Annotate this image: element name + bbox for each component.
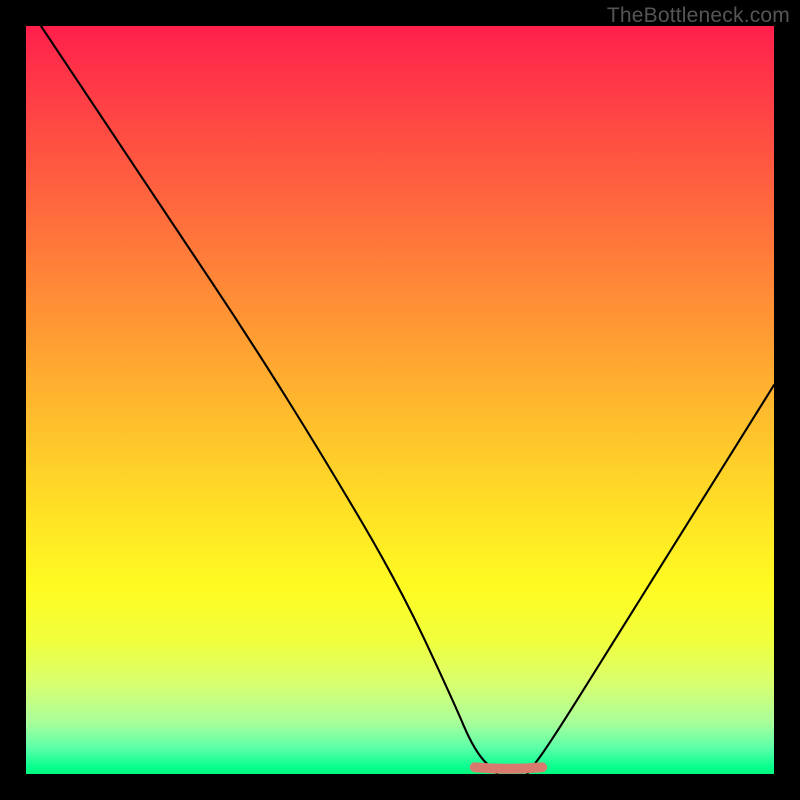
chart-frame: TheBottleneck.com	[0, 0, 800, 800]
curve-layer	[26, 26, 774, 774]
band-lines	[26, 726, 774, 758]
watermark-text: TheBottleneck.com	[607, 4, 790, 28]
trough-highlight	[475, 767, 542, 769]
plot-area	[26, 26, 774, 774]
curve-right	[527, 385, 774, 774]
curve-left	[41, 26, 497, 774]
